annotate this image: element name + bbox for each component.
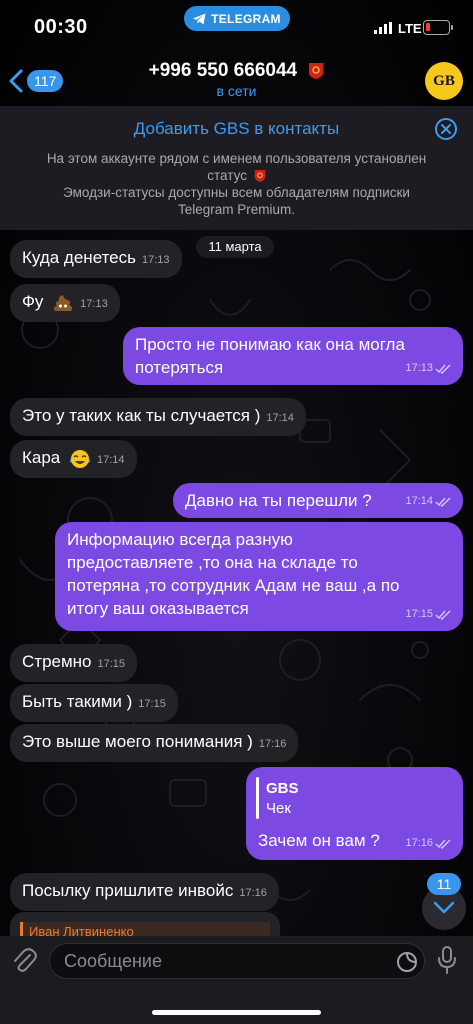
- reply-preview: Чек: [266, 800, 291, 817]
- banner-line-3: Эмодзи-статусы доступны всем обладателям…: [63, 185, 410, 200]
- message-incoming[interactable]: Быть такими ) 17:15: [10, 684, 178, 722]
- date-separator: 11 марта: [196, 236, 274, 258]
- message-time: 17:13: [142, 254, 170, 266]
- message-text-line: предоставляете ,то она на складе то: [67, 553, 358, 572]
- message-incoming[interactable]: Это выше моего понимания ) 17:16: [10, 724, 299, 762]
- telegram-pill[interactable]: TELEGRAM: [184, 6, 290, 31]
- message-input-bar: Сообщение: [0, 936, 473, 1024]
- message-text-line: потеряться: [135, 358, 224, 377]
- message-text: Посылку пришлите инвойс: [22, 881, 234, 900]
- banner-line-1: На этом аккаунте рядом с именем пользова…: [46, 151, 427, 166]
- message-time: 17:14: [266, 412, 294, 424]
- message-incoming[interactable]: Стремно 17:15: [10, 644, 138, 682]
- message-incoming[interactable]: Кара 17:14: [10, 440, 137, 478]
- message-time: 17:13: [80, 298, 108, 310]
- message-text: Стремно: [22, 652, 92, 671]
- banner-line-4: Telegram Premium.: [177, 202, 296, 217]
- status-bar: 00:30 TELEGRAM LTE: [0, 0, 473, 56]
- message-incoming[interactable]: Фу 17:13: [10, 284, 120, 322]
- message-text: Фу: [22, 292, 44, 311]
- emoji-status-icon: [254, 170, 265, 183]
- add-contact-link[interactable]: Добавить GBS в контакты: [0, 119, 473, 139]
- message-text: Куда денетесь: [22, 248, 136, 267]
- close-icon[interactable]: [435, 118, 457, 140]
- sticker-icon[interactable]: [396, 951, 418, 973]
- emoji-status-icon[interactable]: [308, 62, 324, 80]
- message-text: Это выше моего понимания ): [22, 732, 253, 751]
- message-incoming-partial[interactable]: Иван Литвиненко: [10, 912, 280, 938]
- paper-plane-icon: [193, 13, 206, 24]
- message-outgoing-reply[interactable]: GBS Чек Зачем он вам ? 17:16: [246, 767, 463, 860]
- paperclip-icon[interactable]: [11, 946, 37, 974]
- battery-icon: [423, 20, 453, 35]
- message-text: Зачем он вам ?: [258, 831, 380, 850]
- contact-phone: +996 550 666044: [148, 60, 298, 81]
- message-time: 17:14: [405, 495, 433, 507]
- message-input[interactable]: Сообщение: [49, 943, 425, 979]
- home-indicator: [152, 1010, 321, 1015]
- message-incoming[interactable]: Куда денетесь 17:13: [10, 240, 182, 278]
- network-type: LTE: [398, 21, 422, 36]
- add-contact-banner: Добавить GBS в контакты На этом аккаунте…: [0, 106, 473, 230]
- message-input-placeholder: Сообщение: [64, 951, 162, 971]
- message-time: 17:16: [405, 837, 433, 849]
- chat-header: 117 +996 550 666044 в сети GB: [0, 56, 473, 106]
- double-check-icon: [435, 839, 451, 849]
- signal-icon: [374, 22, 392, 34]
- contact-status: в сети: [216, 83, 257, 99]
- message-outgoing[interactable]: Информацию всегда разную предоставляете …: [55, 522, 463, 631]
- message-time: 17:16: [239, 887, 267, 899]
- message-text-line: Просто не понимаю как она могла: [135, 335, 405, 354]
- message-time: 17:15: [97, 658, 126, 670]
- microphone-icon[interactable]: [436, 945, 458, 975]
- banner-line-2: статус: [207, 168, 247, 183]
- message-incoming[interactable]: Посылку пришлите инвойс 17:16: [10, 873, 279, 911]
- message-text: Это у таких как ты случается ): [22, 406, 261, 425]
- message-time: 17:15: [138, 698, 166, 710]
- status-time: 00:30: [34, 16, 88, 38]
- message-text-line: итогу ваш оказывается: [67, 599, 249, 618]
- reply-bar: [256, 777, 259, 819]
- message-text: Быть такими ): [22, 692, 133, 711]
- message-time: 17:13: [405, 362, 433, 374]
- double-check-icon: [435, 610, 451, 620]
- message-outgoing[interactable]: Просто не понимаю как она могла потерять…: [123, 327, 463, 385]
- double-check-icon: [435, 364, 451, 374]
- message-text: Кара: [22, 448, 61, 467]
- unread-count-badge[interactable]: 11: [427, 873, 461, 895]
- avatar[interactable]: GB: [425, 62, 463, 100]
- avatar-initials: GB: [433, 72, 455, 89]
- message-text: Давно на ты перешли ?: [185, 491, 372, 510]
- tears-of-joy-emoji-icon: [70, 449, 90, 468]
- message-incoming[interactable]: Это у таких как ты случается ) 17:14: [10, 398, 306, 436]
- message-text-line: Информацию всегда разную: [67, 530, 293, 549]
- message-time: 17:15: [405, 608, 433, 620]
- message-time: 17:14: [97, 454, 125, 466]
- telegram-pill-label: TELEGRAM: [211, 11, 281, 26]
- message-text-line: потеряна ,то сотрудник Адам не ваш ,а по: [67, 576, 400, 595]
- message-time: 17:16: [258, 738, 287, 750]
- banner-description: На этом аккаунте рядом с именем пользова…: [10, 150, 463, 218]
- message-outgoing[interactable]: Давно на ты перешли ? 17:14: [173, 483, 463, 518]
- poop-emoji-icon: [54, 294, 73, 311]
- chevron-down-icon: [433, 901, 455, 914]
- contact-title[interactable]: +996 550 666044: [0, 60, 473, 82]
- double-check-icon: [435, 497, 451, 507]
